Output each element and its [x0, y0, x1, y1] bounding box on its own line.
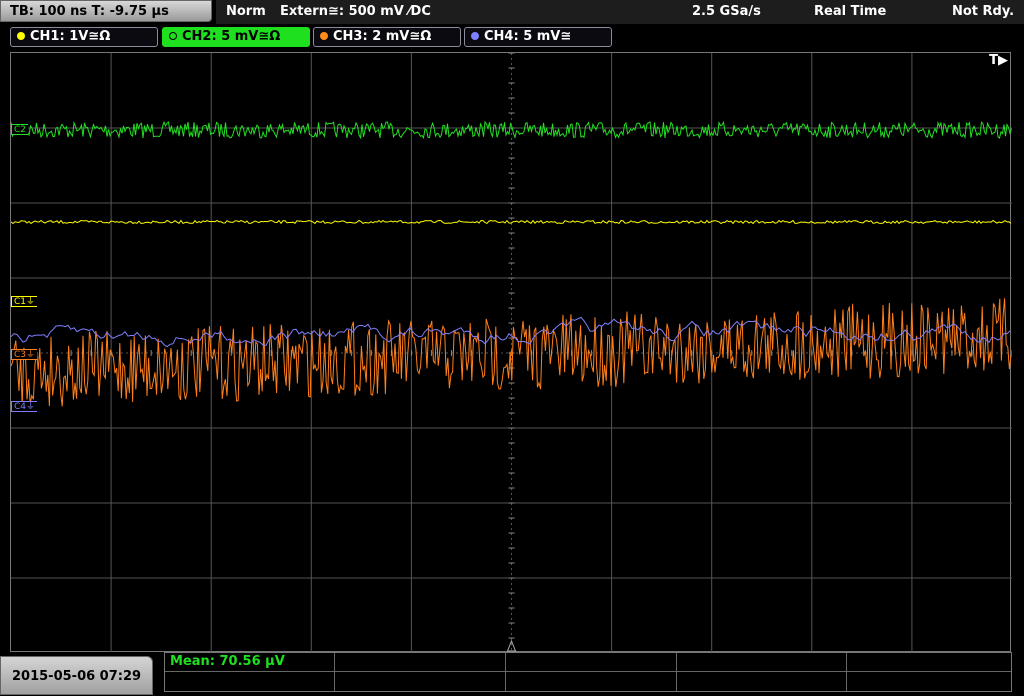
channel-3-label: CH3: 2 mV≅Ω: [333, 29, 432, 44]
trigger-mode[interactable]: Norm: [226, 0, 266, 24]
channel-bar: CH1: 1V≅Ω CH2: 5 mV≅Ω CH3: 2 mV≅Ω CH4: 5…: [0, 25, 1024, 49]
channel-2-label: CH2: 5 mV≅Ω: [182, 29, 281, 44]
top-status-bar: TB: 100 ns T: -9.75 µs Norm Extern≅: 500…: [0, 0, 1024, 24]
measurement-cell: [506, 653, 677, 672]
measurement-cell: [677, 672, 847, 691]
mean-measurement: Mean: 70.56 µV: [170, 654, 285, 669]
measurement-cell: [165, 672, 335, 691]
channel-4-marker[interactable]: C4⏚: [11, 401, 38, 412]
measurement-cell: [506, 672, 677, 691]
measurement-cell: [335, 653, 506, 672]
measurement-cell: [335, 672, 506, 691]
trigger-info-bar: Norm Extern≅: 500 mV ⁄DC 2.5 GSa/s Real …: [216, 0, 1024, 24]
channel-1-marker[interactable]: C1⏚: [11, 296, 38, 307]
channel-3-button[interactable]: CH3: 2 mV≅Ω: [313, 27, 461, 47]
measurement-cell: [847, 672, 1011, 691]
acquisition-mode: Real Time: [814, 4, 887, 19]
waveform-display[interactable]: [10, 52, 1012, 653]
channel-2-marker[interactable]: C2: [11, 124, 29, 135]
channel-2-indicator-icon: [169, 32, 177, 40]
timebase-display[interactable]: TB: 100 ns T: -9.75 µs: [0, 0, 212, 22]
channel-4-label: CH4: 5 mV≅: [484, 29, 572, 44]
sample-rate: 2.5 GSa/s: [692, 4, 761, 19]
measurement-cell[interactable]: Mean: 70.56 µV: [165, 653, 335, 672]
channel-3-marker[interactable]: C3⏚: [11, 349, 38, 360]
channel-1-button[interactable]: CH1: 1V≅Ω: [10, 27, 158, 47]
channel-2-button[interactable]: CH2: 5 mV≅Ω: [162, 27, 310, 47]
trigger-position-label: T▶: [989, 53, 1008, 68]
trigger-source[interactable]: Extern≅: 500 mV ⁄DC: [280, 0, 431, 24]
measurement-table: Mean: 70.56 µV: [164, 652, 1012, 692]
channel-4-button[interactable]: CH4: 5 mV≅: [464, 27, 612, 47]
acquisition-status: Not Rdy.: [952, 4, 1015, 19]
waveform-canvas: [11, 53, 1012, 653]
date-time-display: 2015-05-06 07:29: [0, 656, 153, 695]
measurement-cell: [847, 653, 1011, 672]
channel-4-indicator-icon: [471, 32, 479, 40]
channel-3-indicator-icon: [320, 32, 328, 40]
channel-1-label: CH1: 1V≅Ω: [30, 29, 111, 44]
channel-1-indicator-icon: [17, 32, 25, 40]
measurement-cell: [677, 653, 847, 672]
channel-1-trace: [11, 219, 1012, 225]
